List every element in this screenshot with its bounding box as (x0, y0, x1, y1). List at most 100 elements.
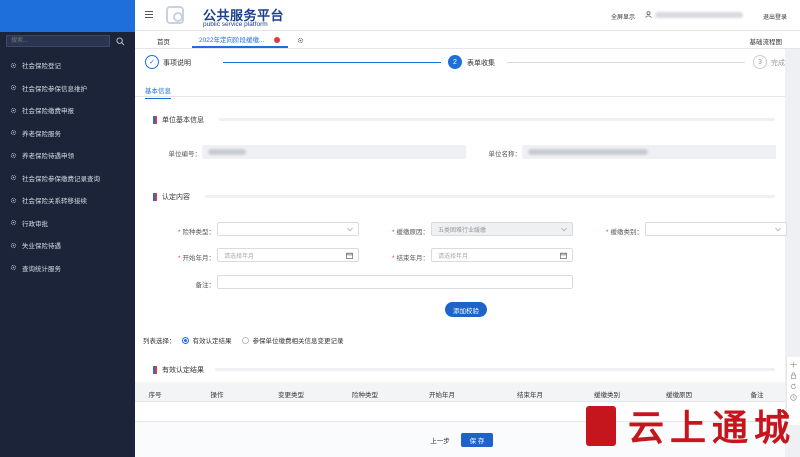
unit-name-redacted (528, 149, 648, 155)
section-unit-info-title: 单位基本信息 (153, 115, 204, 125)
seal-stamp-icon (586, 406, 616, 446)
radio-change-record-label: 参保单位缴费相关信息变更记录 (252, 338, 344, 345)
end-month-placeholder: 请选择年月 (438, 253, 469, 260)
sidebar-item-pension-service[interactable]: 养老保险服务 (0, 122, 135, 145)
remark-label: 备注： (195, 282, 216, 289)
close-icon[interactable] (274, 37, 280, 43)
defer-category-select[interactable] (645, 222, 787, 236)
label-text: 险种类型： (182, 229, 216, 236)
lock-icon[interactable] (790, 372, 797, 379)
radio-valid-result-label: 有效认定结果 (192, 338, 232, 345)
unit-code-redacted (208, 149, 246, 155)
tab-label: 2022年定向阶段缓缴... (199, 37, 265, 44)
column-header: 开始年月 (429, 392, 455, 399)
logout-link[interactable]: 退出登录 (763, 12, 787, 21)
add-verify-button[interactable]: 添加校验 (445, 302, 487, 317)
gear-icon (10, 242, 17, 248)
section-marker-icon (153, 366, 157, 374)
defer-reason-select: 五类困难行业缓缴 (431, 222, 573, 236)
column-header: 险种类型 (352, 392, 378, 399)
sidebar-item-label: 社会保险参保缴费记录查询 (22, 175, 100, 183)
sidebar-item-label: 养老保险待遇申领 (22, 153, 74, 161)
section-result-title: 有效认定结果 (153, 365, 204, 375)
sidebar-item-label: 社会保险缴费申报 (22, 108, 74, 116)
sidebar-item-query-statistics[interactable]: 查询统计服务 (0, 257, 135, 280)
calendar-icon (560, 252, 567, 259)
gear-icon (10, 85, 17, 91)
defer-reason-value: 五类困难行业缓缴 (438, 227, 487, 234)
list-select-row: 列表选择： 有效认定结果 参保单位缴费相关信息变更记录 (143, 335, 344, 345)
end-month-picker[interactable]: 请选择年月 (431, 248, 573, 262)
previous-step-button[interactable]: 上一步 (425, 433, 455, 447)
required-mark: * (391, 229, 395, 236)
save-button[interactable]: 保 存 (461, 433, 493, 447)
section-rule (205, 195, 775, 198)
brand-logo-icon (166, 6, 184, 24)
start-month-placeholder: 请选择年月 (224, 253, 255, 260)
fullscreen-link[interactable]: 全屏显示 (611, 12, 635, 21)
radio-valid-result[interactable] (181, 336, 189, 344)
gear-icon (10, 265, 17, 271)
unit-code-label: 单位编号： (168, 151, 202, 158)
required-mark: * (391, 255, 395, 262)
watermark-text: 云上通城 (628, 407, 797, 449)
sidebar-item-unemployment-benefit[interactable]: 失业保险待遇 (0, 234, 135, 257)
insurance-type-select[interactable] (217, 222, 359, 236)
top-header: 公共服务平台 public service platform 全屏显示 退出登录 (135, 0, 800, 31)
section-confirm-title: 认定内容 (153, 192, 190, 202)
section-rule (219, 118, 775, 121)
menu-toggle-icon[interactable] (145, 11, 153, 18)
plus-icon[interactable] (790, 361, 797, 368)
step-1-label: 事项说明 (163, 60, 191, 67)
sidebar-item-pension-benefit-claim[interactable]: 养老保险待遇申领 (0, 144, 135, 167)
column-header: 序号 (148, 392, 162, 399)
sidebar-item-insured-info-maintenance[interactable]: 社会保险参保信息维护 (0, 77, 135, 100)
tab-home[interactable]: 首页 (157, 36, 170, 46)
sidebar-item-label: 养老保险服务 (22, 130, 61, 138)
gear-icon[interactable] (297, 37, 304, 44)
start-month-picker[interactable]: 请选择年月 (217, 248, 359, 262)
step-connector-2 (507, 62, 745, 63)
flowchart-link[interactable]: 基础流程图 (750, 36, 783, 46)
defer-category-label: * 缓缴类别： (587, 226, 643, 236)
section-title-text: 单位基本信息 (162, 117, 204, 124)
unit-name-label: 单位名称： (488, 151, 522, 158)
chevron-down-icon (561, 227, 567, 232)
column-header: 变更类型 (278, 392, 304, 399)
tab-deferred-payment[interactable]: 2022年定向阶段缓缴... (192, 32, 288, 48)
chevron-down-icon (347, 227, 353, 232)
column-header: 缓缴原因 (666, 392, 692, 399)
required-mark: * (177, 255, 181, 262)
sidebar-item-label: 行政审批 (22, 220, 48, 228)
search-icon[interactable] (116, 36, 125, 46)
watermark: 云上通城 (582, 402, 800, 457)
sidebar-item-relationship-transfer[interactable]: 社会保险关系转移接续 (0, 189, 135, 212)
required-mark: * (177, 229, 181, 236)
sidebar-item-payment-declaration[interactable]: 社会保险缴费申报 (0, 99, 135, 122)
sidebar-search-input[interactable] (6, 35, 110, 47)
sidebar-item-label: 社会保险登记 (22, 63, 61, 71)
step-1-check-icon: ✓ (145, 55, 159, 69)
step-indicator: ✓ 事项说明 2 表单收集 3 完成 (135, 49, 785, 77)
gear-icon (10, 130, 17, 136)
step-3-number: 3 (753, 55, 767, 69)
divider (135, 96, 785, 97)
sidebar-item-label: 查询统计服务 (22, 265, 61, 273)
section-marker-icon (153, 193, 157, 201)
sidebar-item-social-insurance-registration[interactable]: 社会保险登记 (0, 54, 135, 77)
sidebar-item-payment-record-query[interactable]: 社会保险参保缴费记录查询 (0, 167, 135, 190)
gear-icon (10, 107, 17, 113)
label-text: 开始年月： (182, 255, 216, 262)
label-text: 缓缴原因： (396, 229, 430, 236)
column-header: 备注 (750, 392, 764, 399)
sidebar-menu: 社会保险登记 社会保险参保信息维护 社会保险缴费申报 养老保险服务 养老保险待遇… (0, 54, 135, 279)
gear-icon (10, 152, 17, 158)
clock-icon[interactable] (790, 394, 797, 401)
step-2-label: 表单收集 (467, 60, 495, 67)
radio-change-record[interactable] (241, 336, 249, 344)
label-text: 缓缴类别： (610, 229, 644, 236)
sidebar-item-administrative-approval[interactable]: 行政审批 (0, 212, 135, 235)
refresh-icon[interactable] (790, 383, 797, 390)
section-title-text: 有效认定结果 (162, 367, 204, 374)
remark-input[interactable] (217, 275, 573, 289)
